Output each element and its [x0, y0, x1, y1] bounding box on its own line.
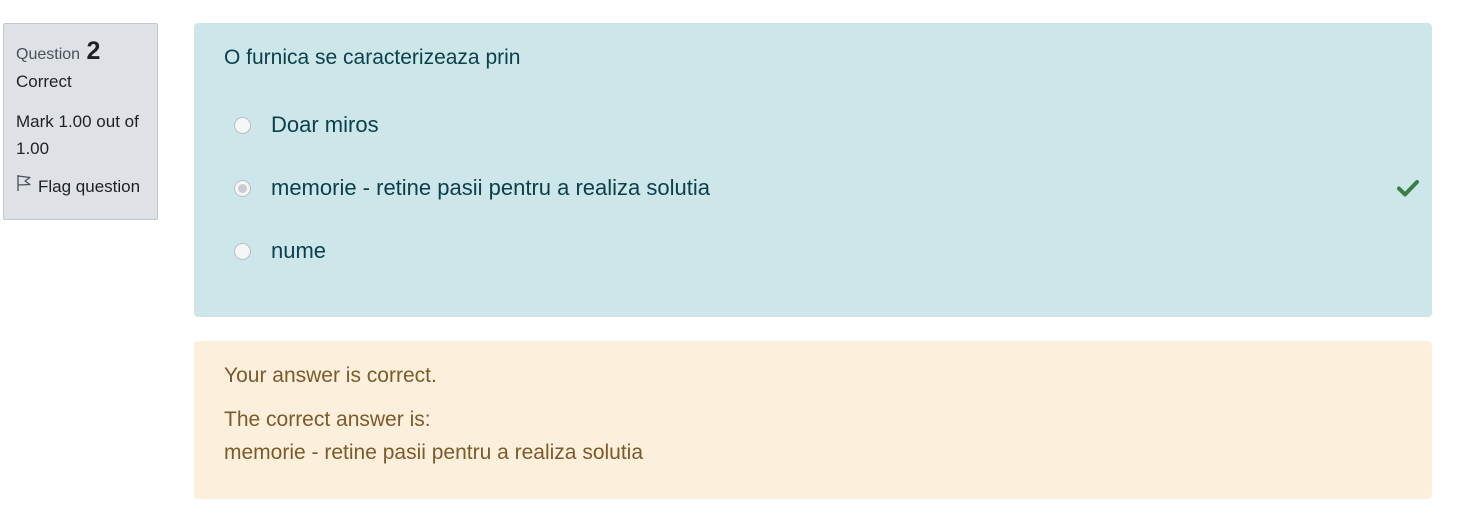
feedback-result: Your answer is correct.: [224, 364, 437, 387]
answer-option-3[interactable]: nume: [234, 236, 1394, 266]
answer-radio-3[interactable]: [234, 242, 251, 260]
correct-check-icon: [1397, 179, 1419, 202]
answer-option-1[interactable]: Doar miros: [234, 110, 1394, 140]
answer-label-1[interactable]: Doar miros: [271, 112, 379, 138]
question-formulation: O furnica se caracterizeaza prin Doar mi…: [194, 23, 1432, 317]
flag-icon: [16, 174, 38, 199]
flag-question-link[interactable]: Flag question: [16, 174, 145, 199]
flag-question-label: Flag question: [38, 176, 141, 196]
question-number: 2: [86, 37, 101, 65]
question-number-line: Question 2: [16, 36, 145, 66]
right-answer-text: memorie - retine pasii pentru a realiza …: [224, 441, 644, 464]
question-state: Correct: [16, 72, 72, 91]
answer-option-2[interactable]: memorie - retine pasii pentru a realiza …: [234, 173, 1419, 203]
question-info-panel: Question 2 Correct Mark 1.00 out of 1.00…: [3, 23, 158, 220]
question-label: Question: [16, 46, 81, 63]
right-answer-intro: The correct answer is:: [224, 408, 431, 431]
answer-feedback: Your answer is correct. The correct answ…: [194, 341, 1432, 499]
question-text: O furnica se caracterizeaza prin: [224, 46, 521, 69]
answer-label-2[interactable]: memorie - retine pasii pentru a realiza …: [271, 175, 710, 201]
answer-label-3[interactable]: nume: [271, 238, 326, 264]
question-grade: Mark 1.00 out of 1.00: [16, 112, 139, 158]
answer-radio-1[interactable]: [234, 116, 251, 134]
answer-radio-2[interactable]: [234, 179, 251, 197]
